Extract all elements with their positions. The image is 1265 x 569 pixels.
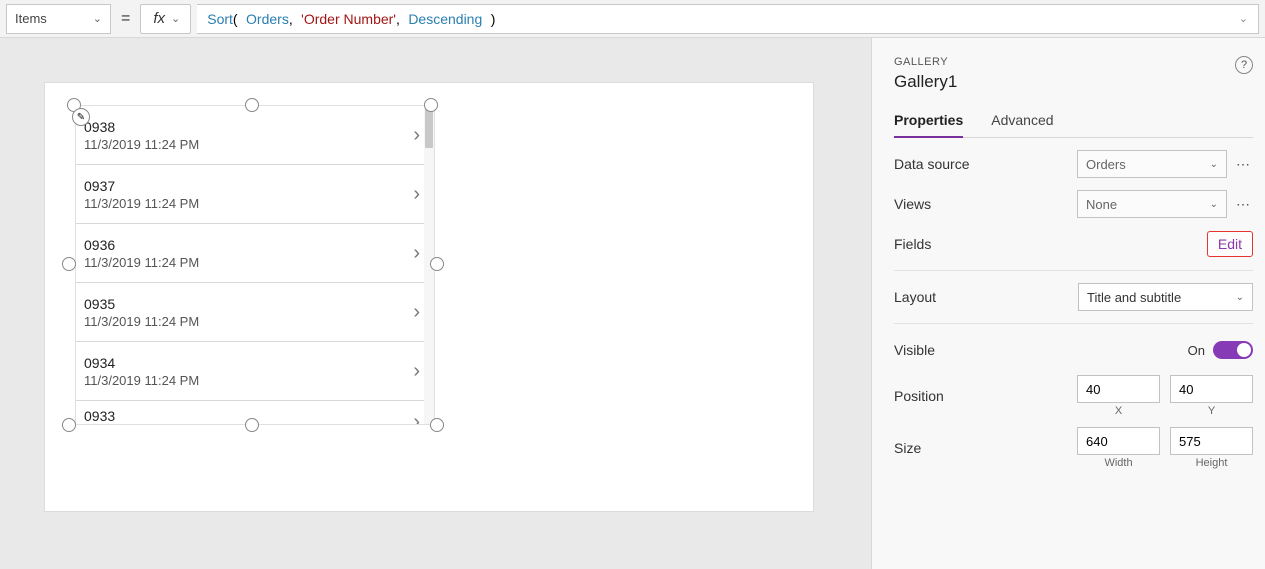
gallery-item-title: 0934 (84, 355, 413, 371)
size-width-input[interactable] (1077, 427, 1160, 455)
help-icon[interactable]: ? (1235, 56, 1253, 74)
gallery-item[interactable]: 0937 11/3/2019 11:24 PM › (76, 165, 434, 224)
equals-sign: = (117, 10, 134, 28)
views-dropdown[interactable]: None ⌄ (1077, 190, 1227, 218)
position-y-caption: Y (1208, 405, 1215, 417)
layout-dropdown[interactable]: Title and subtitle ⌄ (1078, 283, 1253, 311)
formula-token-arg1: Orders (246, 11, 289, 27)
chevron-down-icon: ⌄ (171, 12, 180, 25)
chevron-down-icon: ⌄ (1210, 199, 1218, 210)
resize-handle-icon[interactable] (62, 418, 76, 432)
tab-properties[interactable]: Properties (894, 112, 963, 138)
position-x-caption: X (1115, 405, 1122, 417)
gallery-item-title: 0937 (84, 178, 413, 194)
resize-handle-icon[interactable] (430, 418, 444, 432)
formula-bar: Items ⌄ = fx ⌄ Sort ( Orders , 'Order Nu… (0, 0, 1265, 38)
chevron-right-icon[interactable]: › (413, 124, 424, 147)
resize-handle-icon[interactable] (245, 98, 259, 112)
gallery-item-subtitle: 11/3/2019 11:24 PM (84, 255, 413, 270)
visible-toggle[interactable] (1213, 341, 1253, 359)
prop-label-visible: Visible (894, 342, 1188, 358)
gallery-item-subtitle: 11/3/2019 11:24 PM (84, 196, 413, 211)
formula-token-arg3: Descending (408, 11, 482, 27)
chevron-right-icon[interactable]: › (413, 411, 424, 425)
chevron-right-icon[interactable]: › (413, 360, 424, 383)
prop-label-position: Position (894, 388, 1077, 404)
property-dropdown[interactable]: Items ⌄ (6, 4, 111, 34)
gallery-item-subtitle: 11/3/2019 11:24 PM (84, 314, 413, 329)
gallery-item[interactable]: 0936 11/3/2019 11:24 PM › (76, 224, 434, 283)
more-options-icon[interactable]: ⋯ (1233, 196, 1253, 213)
datasource-value: Orders (1086, 157, 1126, 172)
fx-button-group: fx ⌄ (140, 4, 191, 34)
chevron-down-icon: ⌄ (1236, 292, 1244, 303)
chevron-down-icon[interactable]: ⌄ (1239, 12, 1248, 25)
resize-handle-icon[interactable] (245, 418, 259, 432)
chevron-right-icon[interactable]: › (413, 183, 424, 206)
prop-label-layout: Layout (894, 289, 1078, 305)
views-value: None (1086, 197, 1117, 212)
size-width-caption: Width (1104, 457, 1132, 469)
prop-label-fields: Fields (894, 236, 1207, 252)
gallery-control[interactable]: 0938 11/3/2019 11:24 PM › 0937 11/3/2019… (75, 105, 435, 425)
gallery-item-title: 0936 (84, 237, 413, 253)
control-type-label: GALLERY (894, 56, 957, 68)
formula-token-fn: Sort (207, 11, 233, 27)
position-y-input[interactable] (1170, 375, 1253, 403)
panel-tabs: Properties Advanced (894, 112, 1253, 138)
fx-label: fx (153, 10, 165, 27)
scrollbar-thumb[interactable] (425, 106, 433, 148)
chevron-down-icon: ⌄ (1210, 159, 1218, 170)
size-height-caption: Height (1196, 457, 1228, 469)
app-canvas[interactable]: 0938 11/3/2019 11:24 PM › 0937 11/3/2019… (44, 82, 814, 512)
formula-token-open: ( (233, 11, 238, 27)
fx-button[interactable]: fx ⌄ (141, 10, 190, 27)
formula-token-sep2: , (396, 11, 400, 27)
chevron-right-icon[interactable]: › (413, 301, 424, 324)
canvas-area: 0938 11/3/2019 11:24 PM › 0937 11/3/2019… (0, 38, 871, 569)
formula-token-close: ) (491, 11, 496, 27)
tab-advanced[interactable]: Advanced (991, 112, 1053, 137)
more-options-icon[interactable]: ⋯ (1233, 156, 1253, 173)
formula-input[interactable]: Sort ( Orders , 'Order Number' , Descend… (197, 4, 1259, 34)
position-x-input[interactable] (1077, 375, 1160, 403)
prop-label-size: Size (894, 440, 1077, 456)
size-height-input[interactable] (1170, 427, 1253, 455)
chevron-down-icon: ⌄ (93, 12, 102, 25)
resize-handle-icon[interactable] (424, 98, 438, 112)
chevron-right-icon[interactable]: › (413, 242, 424, 265)
resize-handle-icon[interactable] (430, 257, 444, 271)
gallery-item-title: 0935 (84, 296, 413, 312)
datasource-dropdown[interactable]: Orders ⌄ (1077, 150, 1227, 178)
gallery-item-subtitle: 11/3/2019 11:24 PM (84, 373, 413, 388)
control-name[interactable]: Gallery1 (894, 72, 957, 92)
gallery-item-subtitle: 11/3/2019 11:24 PM (84, 137, 413, 152)
properties-panel: GALLERY Gallery1 ? Properties Advanced D… (871, 38, 1265, 569)
resize-handle-icon[interactable] (62, 257, 76, 271)
edit-template-icon[interactable]: ✎ (72, 108, 90, 126)
gallery-item-title: 0938 (84, 119, 413, 135)
gallery-item[interactable]: 0935 11/3/2019 11:24 PM › (76, 283, 434, 342)
formula-token-arg2: 'Order Number' (301, 11, 396, 27)
fields-edit-button[interactable]: Edit (1207, 231, 1253, 257)
property-dropdown-label: Items (15, 11, 47, 26)
gallery-item[interactable]: 0934 11/3/2019 11:24 PM › (76, 342, 434, 401)
layout-value: Title and subtitle (1087, 290, 1181, 305)
formula-token-sep1: , (289, 11, 293, 27)
visible-state-label: On (1188, 343, 1205, 358)
prop-label-datasource: Data source (894, 156, 1077, 172)
prop-label-views: Views (894, 196, 1077, 212)
gallery-item[interactable]: 0938 11/3/2019 11:24 PM › (76, 106, 434, 165)
